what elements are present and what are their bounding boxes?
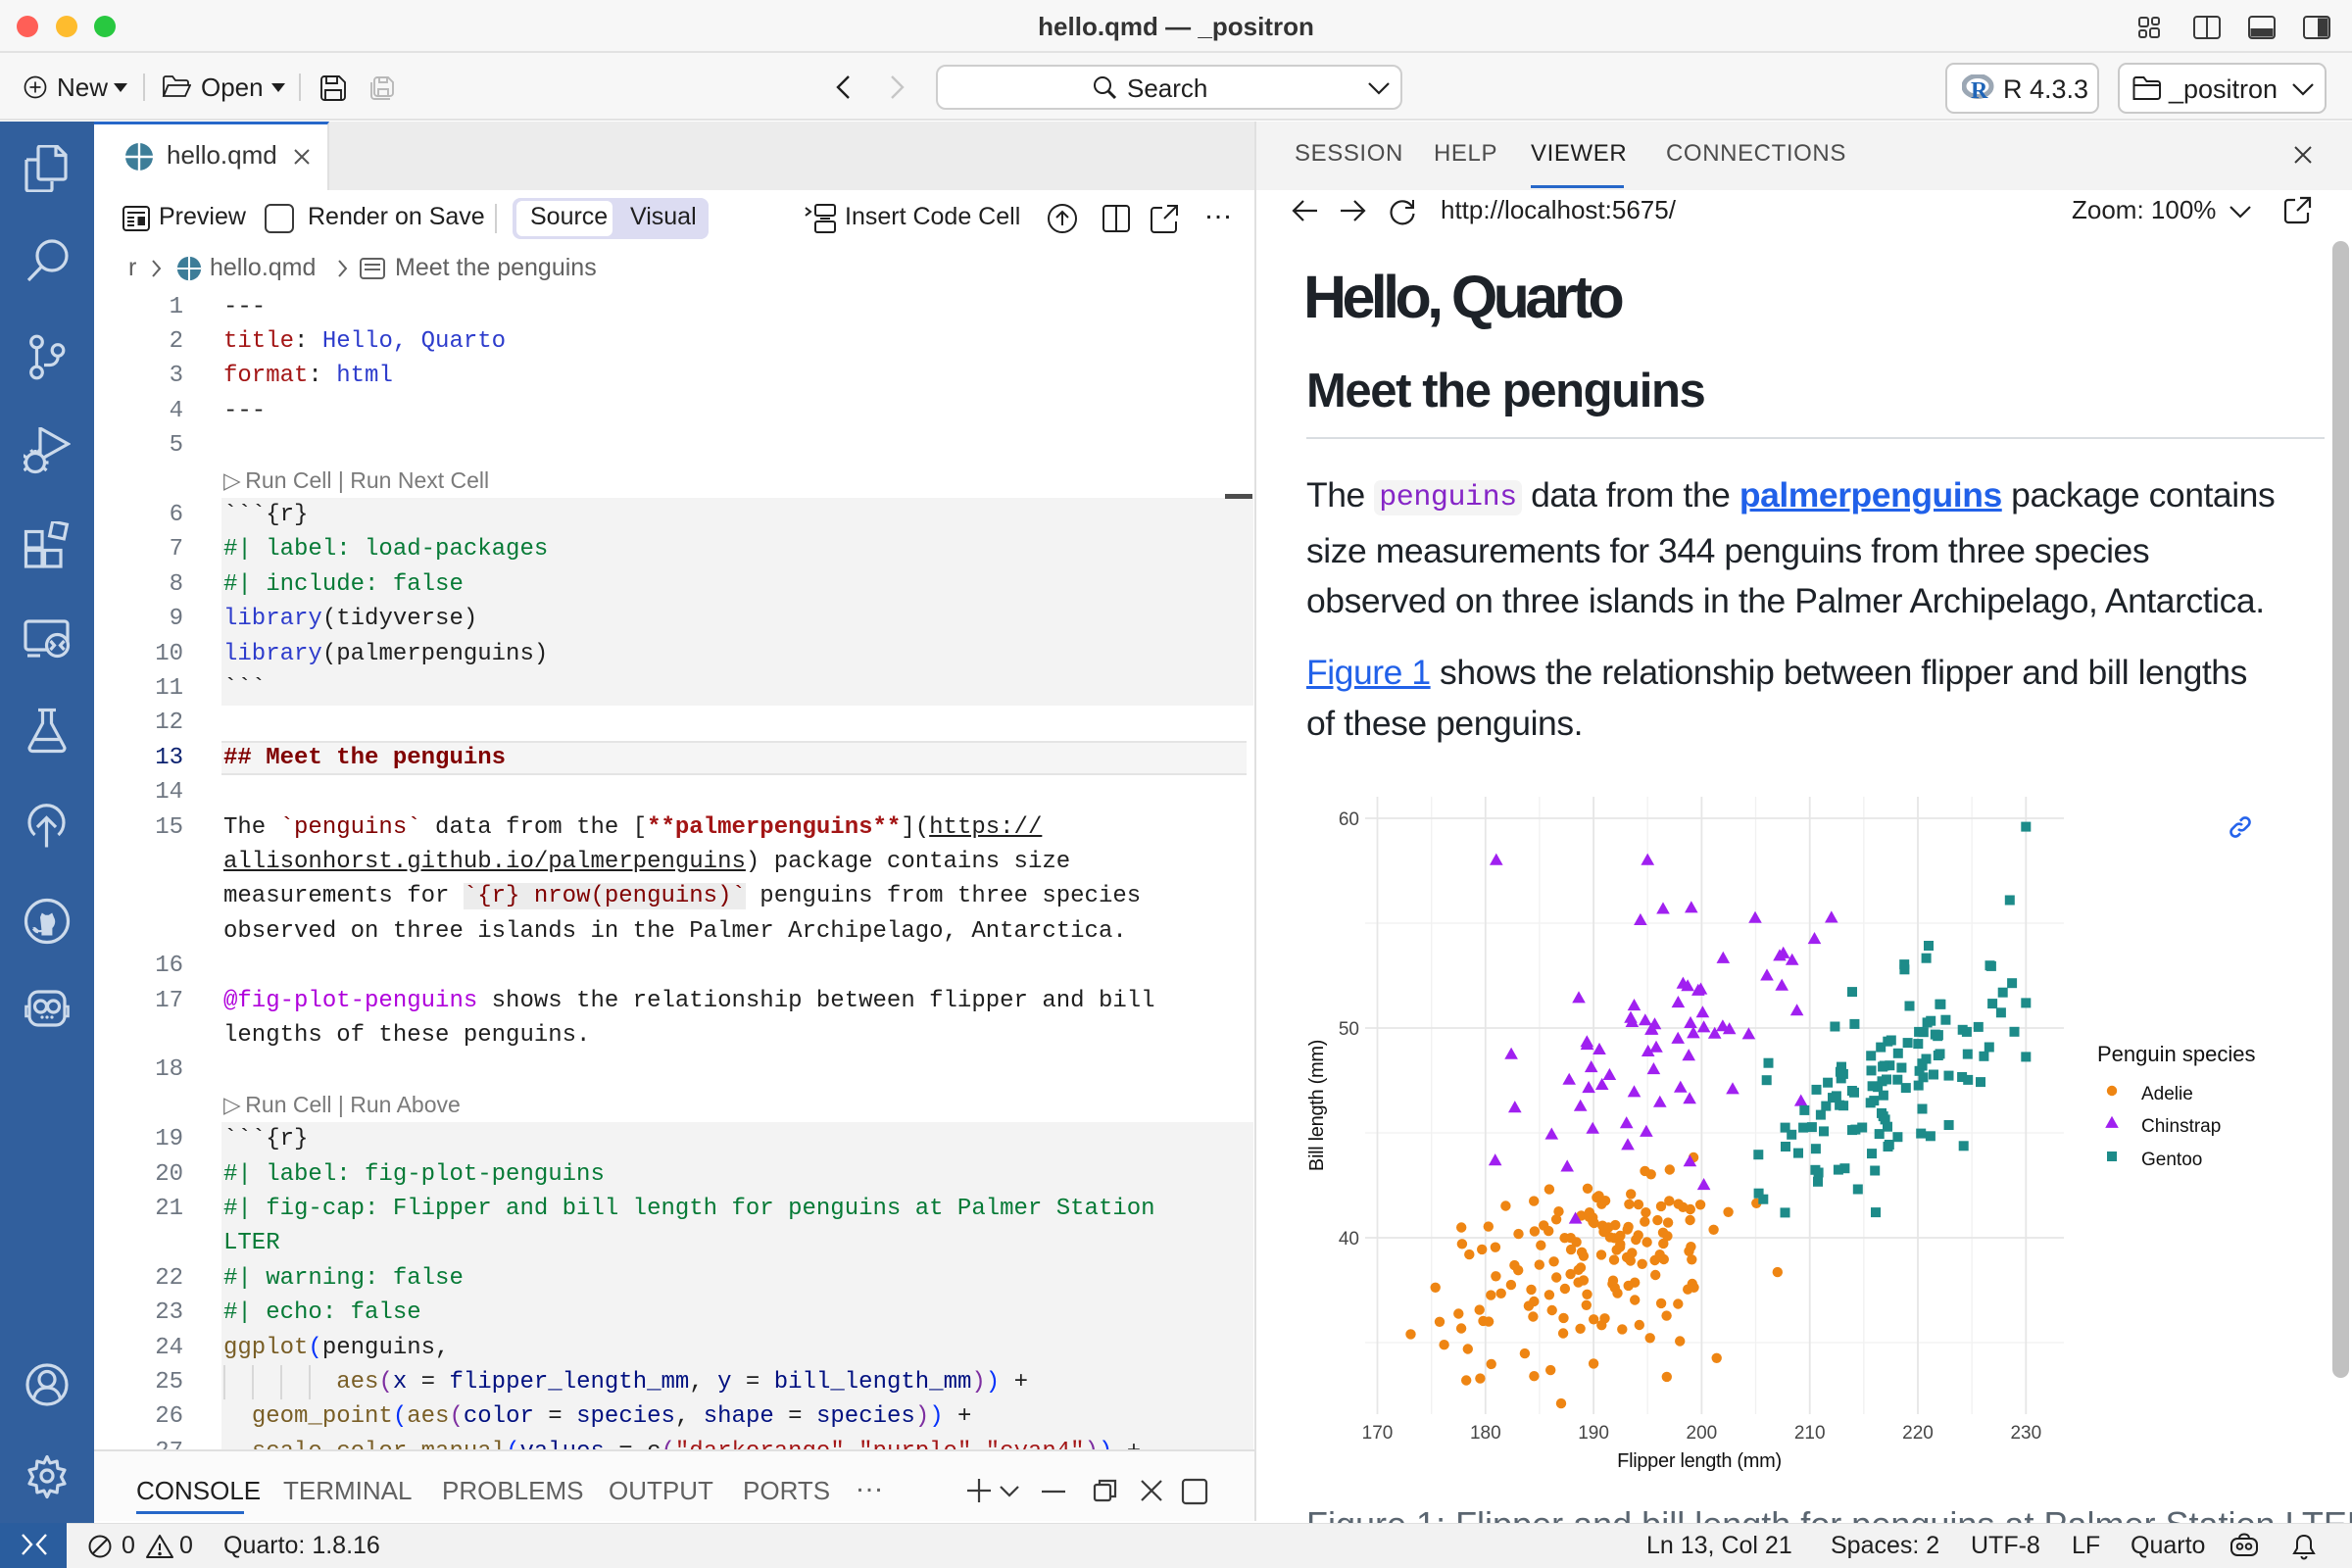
svg-text:Adelie: Adelie — [2141, 1084, 2193, 1104]
svg-text:R: R — [1971, 78, 1988, 102]
svg-text:220: 220 — [1902, 1423, 1934, 1444]
svg-text:Chinstrap: Chinstrap — [2141, 1116, 2221, 1137]
svg-text:180: 180 — [1470, 1423, 1501, 1444]
svg-text:50: 50 — [1339, 1019, 1359, 1040]
svg-text:190: 190 — [1578, 1423, 1609, 1444]
svg-text:Flipper length (mm): Flipper length (mm) — [1617, 1450, 1782, 1472]
svg-text:40: 40 — [1339, 1229, 1359, 1250]
svg-text:200: 200 — [1687, 1423, 1718, 1444]
svg-text:Bill length (mm): Bill length (mm) — [1306, 1040, 1328, 1171]
svg-text:230: 230 — [2010, 1423, 2041, 1444]
svg-text:60: 60 — [1339, 809, 1359, 830]
svg-text:210: 210 — [1794, 1423, 1826, 1444]
svg-text:Penguin species: Penguin species — [2097, 1042, 2255, 1066]
svg-text:Gentoo: Gentoo — [2141, 1150, 2202, 1170]
svg-text:170: 170 — [1362, 1423, 1394, 1444]
